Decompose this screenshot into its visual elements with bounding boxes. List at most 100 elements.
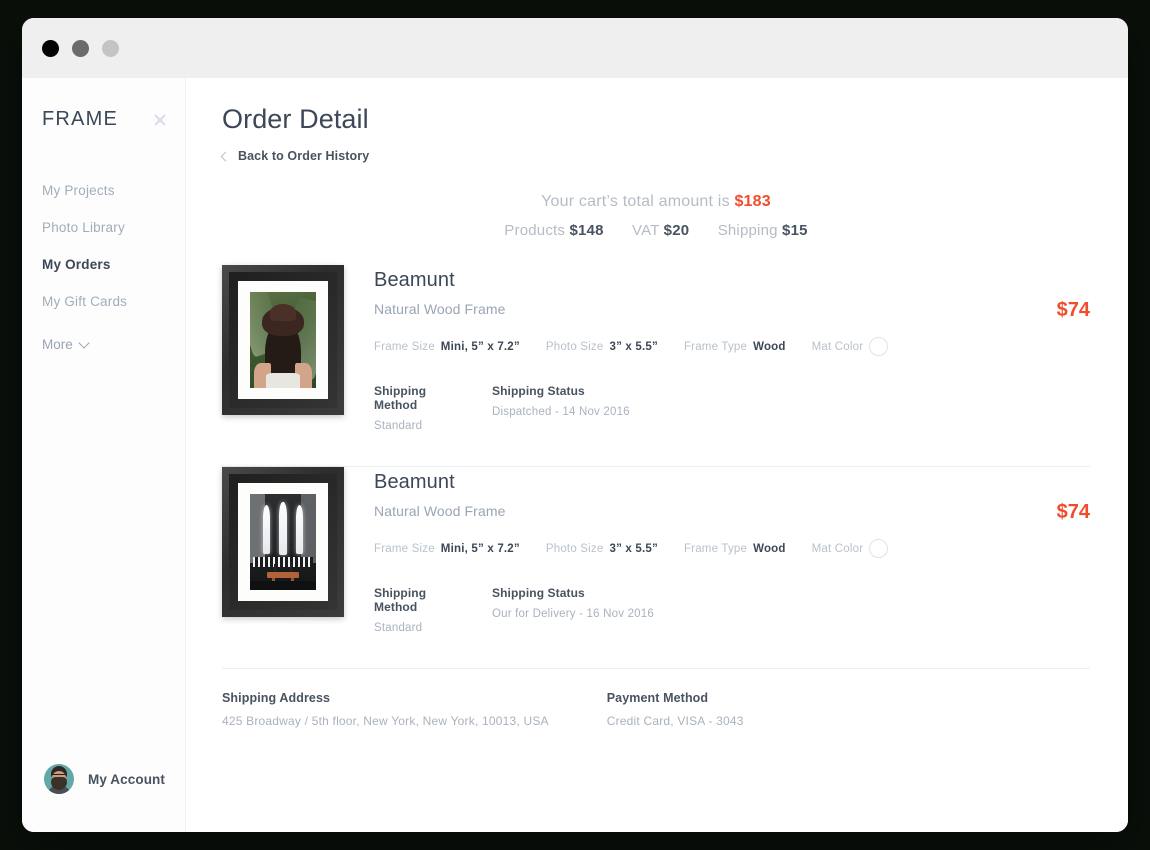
product-specs: Frame Size Mini, 5” x 7.2” Photo Size 3”… (374, 337, 1020, 356)
product-thumbnail[interactable] (222, 265, 344, 415)
shipping-address-col: Shipping Address 425 Broadway / 5th floo… (222, 691, 549, 728)
spec-photo-size: Photo Size 3” x 5.5” (546, 341, 658, 353)
shipping-info: Shipping Method Standard Shipping Status… (374, 586, 1020, 634)
shipping-info: Shipping Method Standard Shipping Status… (374, 384, 1020, 432)
shipping-address-label: Shipping Address (222, 691, 331, 705)
payment-method-value: Credit Card, VISA - 3043 (606, 714, 744, 728)
product-title: Beamunt (374, 471, 455, 493)
total-amount-value: $183 (734, 193, 771, 210)
shipping-method-label: Shipping Method (374, 384, 427, 412)
app-body: FRAME My Projects Photo Library My Order… (22, 78, 1128, 832)
order-totals: Your cart’s total amount is $183 Product… (222, 193, 1090, 239)
order-items-list: Beamunt Natural Wood Frame Frame Size Mi… (222, 265, 1090, 728)
breakdown-products-value: $148 (569, 222, 604, 239)
shipping-status-label: Shipping Status (492, 384, 585, 398)
spec-frame-type-label: Frame Type (683, 340, 748, 353)
breakdown-products-label: Products (504, 222, 566, 239)
spec-photo-size: Photo Size 3” x 5.5” (546, 543, 658, 555)
breakdown-shipping: Shipping $15 (718, 222, 808, 239)
main-content: Order Detail Back to Order History Your … (186, 78, 1128, 832)
spec-frame-size-label: Frame Size (374, 542, 435, 555)
product-subtitle: Natural Wood Frame (374, 301, 506, 317)
breakdown-shipping-label: Shipping (717, 222, 778, 239)
spec-frame-size-label: Frame Size (374, 340, 435, 353)
avatar (44, 764, 74, 794)
product-price: $74 (1056, 299, 1090, 321)
minimize-dot[interactable] (72, 39, 89, 57)
spec-photo-size-label: Photo Size (545, 340, 604, 353)
sidebar: FRAME My Projects Photo Library My Order… (22, 78, 186, 832)
shipping-status-value: Our for Delivery - 16 Nov 2016 (492, 608, 654, 620)
chevron-left-icon (220, 151, 231, 161)
spec-photo-size-value: 3” x 5.5” (609, 542, 658, 555)
order-item: Beamunt Natural Wood Frame Frame Size Mi… (222, 467, 1090, 668)
shipping-method-value: Standard (374, 622, 423, 634)
payment-method-col: Payment Method Credit Card, VISA - 3043 (607, 691, 744, 728)
spec-frame-type: Frame Type Wood (684, 341, 786, 353)
close-dot[interactable] (42, 39, 59, 57)
sidebar-item-my-orders[interactable]: My Orders (42, 257, 185, 272)
spec-frame-type-value: Wood (753, 340, 786, 353)
shipping-method-label: Shipping Method (374, 586, 427, 614)
totals-breakdown: Products $148 VAT $20 Shipping $15 (222, 222, 1090, 239)
total-lead-text: Your cart’s total amount is (541, 193, 730, 210)
breakdown-vat-value: $20 (663, 222, 690, 239)
breakdown-products: Products $148 (504, 222, 608, 239)
spec-frame-type-value: Wood (753, 542, 786, 555)
spec-photo-size-value: 3” x 5.5” (609, 340, 658, 353)
framed-photo-church-interior (250, 494, 316, 590)
shipping-status-label: Shipping Status (492, 586, 585, 600)
breakdown-shipping-value: $15 (782, 222, 808, 239)
spec-mat-color: Mat Color (812, 539, 889, 558)
account-row[interactable]: My Account (44, 764, 165, 794)
spec-photo-size-label: Photo Size (545, 542, 604, 555)
mat-color-swatch[interactable] (869, 337, 889, 356)
brand-logo: FRAME (42, 108, 118, 130)
sidebar-more-toggle[interactable]: More (22, 336, 185, 352)
close-icon[interactable] (153, 113, 167, 127)
spec-frame-size: Frame Size Mini, 5” x 7.2” (374, 341, 520, 353)
spec-frame-size: Frame Size Mini, 5” x 7.2” (374, 543, 520, 555)
order-footer: Shipping Address 425 Broadway / 5th floo… (222, 669, 1090, 728)
shipping-method-col: Shipping Method Standard (374, 586, 464, 634)
order-item: Beamunt Natural Wood Frame Frame Size Mi… (222, 265, 1090, 466)
spec-frame-type: Frame Type Wood (684, 543, 786, 555)
sidebar-item-my-projects[interactable]: My Projects (42, 183, 185, 198)
product-subtitle: Natural Wood Frame (374, 503, 506, 519)
spec-frame-size-value: Mini, 5” x 7.2” (440, 340, 520, 353)
window-titlebar (22, 18, 1128, 78)
product-title: Beamunt (374, 269, 455, 291)
product-price: $74 (1056, 501, 1090, 523)
shipping-method-value: Standard (374, 420, 423, 432)
app-window: FRAME My Projects Photo Library My Order… (22, 18, 1128, 832)
back-to-order-history-link[interactable]: Back to Order History (220, 149, 1090, 163)
sidebar-brand-row: FRAME (22, 78, 185, 131)
shipping-status-col: Shipping Status Dispatched - 14 Nov 2016 (492, 384, 630, 432)
total-amount-line: Your cart’s total amount is $183 (222, 193, 1090, 211)
order-item-info: Beamunt Natural Wood Frame Frame Size Mi… (344, 265, 1020, 432)
payment-method-label: Payment Method (606, 691, 709, 705)
product-specs: Frame Size Mini, 5” x 7.2” Photo Size 3”… (374, 539, 1020, 558)
spec-mat-color: Mat Color (812, 337, 889, 356)
spec-frame-size-value: Mini, 5” x 7.2” (440, 542, 520, 555)
maximize-dot[interactable] (102, 39, 119, 57)
spec-mat-color-label: Mat Color (811, 542, 864, 555)
back-link-label: Back to Order History (238, 149, 370, 163)
sidebar-item-my-gift-cards[interactable]: My Gift Cards (42, 294, 185, 309)
shipping-address-value: 425 Broadway / 5th floor, New York, New … (222, 714, 549, 728)
chevron-down-icon (78, 336, 90, 349)
breakdown-vat: VAT $20 (632, 222, 694, 239)
shipping-status-value: Dispatched - 14 Nov 2016 (492, 406, 630, 418)
product-thumbnail[interactable] (222, 467, 344, 617)
framed-photo-woman-hat (250, 292, 316, 388)
spec-mat-color-label: Mat Color (811, 340, 864, 353)
account-label: My Account (88, 771, 166, 787)
shipping-method-col: Shipping Method Standard (374, 384, 464, 432)
order-item-info: Beamunt Natural Wood Frame Frame Size Mi… (344, 467, 1020, 634)
shipping-status-col: Shipping Status Our for Delivery - 16 No… (492, 586, 654, 634)
sidebar-item-photo-library[interactable]: Photo Library (42, 220, 185, 235)
sidebar-more-label: More (42, 337, 73, 352)
mat-color-swatch[interactable] (869, 539, 889, 558)
sidebar-nav: My Projects Photo Library My Orders My G… (22, 183, 185, 309)
page-title: Order Detail (222, 104, 369, 134)
